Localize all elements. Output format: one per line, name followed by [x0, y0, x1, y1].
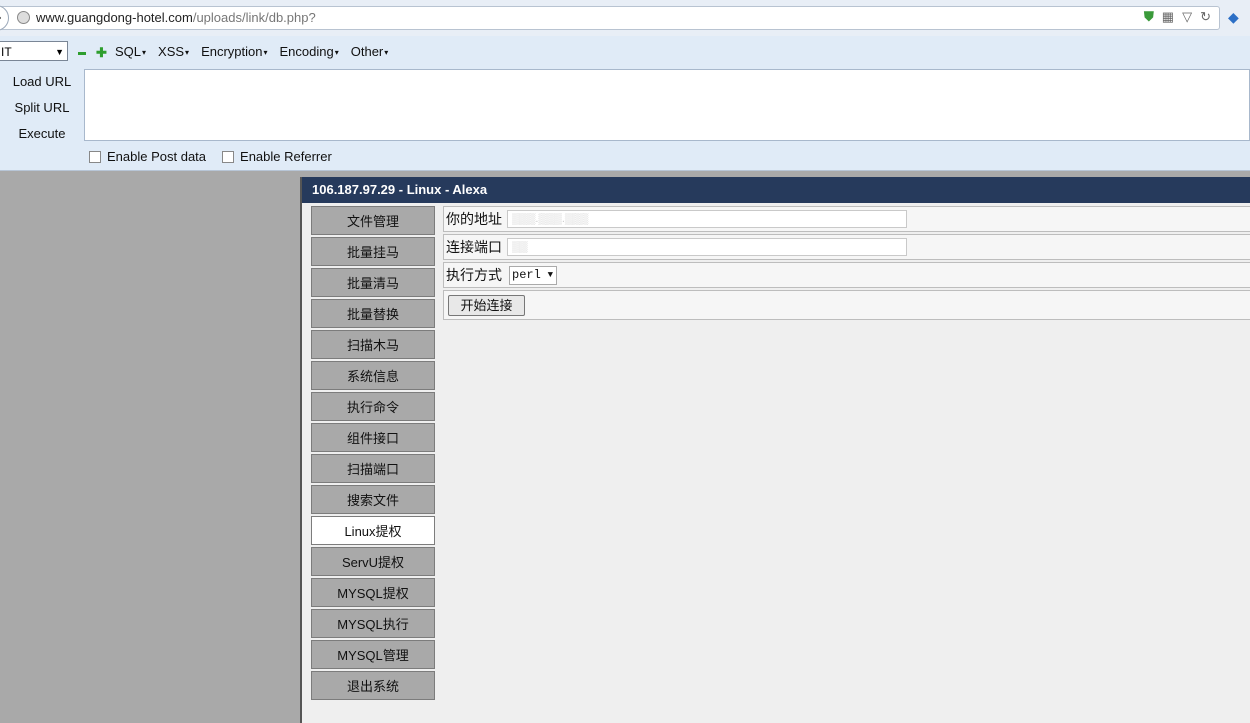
nav-batch-clean[interactable]: 批量清马 — [311, 268, 435, 297]
minus-icon[interactable] — [78, 51, 86, 55]
back-arrow-icon[interactable]: ➜ — [0, 5, 9, 31]
nav-exec-command[interactable]: 执行命令 — [311, 392, 435, 421]
dropdown-icon[interactable]: ▽ — [1182, 9, 1192, 25]
port-row: 连接端口 ▒▒ — [443, 234, 1250, 260]
browser-url-bar: ➜ www.guangdong-hotel.com/uploads/link/d… — [0, 0, 1250, 36]
url-path: /uploads/link/db.php? — [192, 10, 316, 25]
hackbar-select-value: IT — [1, 45, 12, 59]
nav-component-interface[interactable]: 组件接口 — [311, 423, 435, 452]
hackbar-commands: Load URL Split URL Execute — [0, 70, 84, 148]
menu-sql[interactable]: SQL — [115, 44, 146, 59]
hackbar-select[interactable]: IT ▼ — [0, 41, 68, 61]
address-bar[interactable]: ➜ www.guangdong-hotel.com/uploads/link/d… — [0, 5, 1220, 31]
menu-xss[interactable]: XSS — [158, 44, 189, 59]
qr-icon[interactable]: ▦ — [1162, 9, 1174, 25]
enable-referrer-checkbox[interactable]: Enable Referrer — [222, 149, 332, 164]
zoom-controls: ✚ — [78, 46, 107, 59]
menu-encoding[interactable]: Encoding — [280, 44, 339, 59]
address-label: 你的地址 — [446, 211, 502, 227]
nav-mysql-exec[interactable]: MYSQL执行 — [311, 609, 435, 638]
address-input[interactable]: ▒▒▒.▒▒▒.▒▒▒ — [507, 210, 907, 228]
url-textarea[interactable] — [84, 69, 1250, 141]
load-url-button[interactable]: Load URL — [0, 70, 84, 96]
method-select[interactable]: perl ▼ — [509, 266, 557, 285]
method-row: 执行方式 perl ▼ — [443, 262, 1250, 288]
enable-referrer-label: Enable Referrer — [240, 149, 332, 164]
menu-encryption[interactable]: Encryption — [201, 44, 267, 59]
nav-exit-system[interactable]: 退出系统 — [311, 671, 435, 700]
nav-mysql-privesc[interactable]: MYSQL提权 — [311, 578, 435, 607]
chevron-down-icon: ▼ — [55, 47, 64, 57]
nav-batch-inject[interactable]: 批量挂马 — [311, 237, 435, 266]
nav-system-info[interactable]: 系统信息 — [311, 361, 435, 390]
url-domain: www.guangdong-hotel.com — [36, 10, 193, 25]
chevron-down-icon: ▼ — [547, 270, 553, 280]
shield-icon[interactable]: ⛊ — [1144, 9, 1154, 25]
split-url-button[interactable]: Split URL — [0, 96, 84, 122]
page-left-area — [0, 171, 300, 723]
nav-batch-replace[interactable]: 批量替换 — [311, 299, 435, 328]
extension-icon[interactable]: ◆ — [1228, 9, 1239, 26]
method-label: 执行方式 — [446, 267, 502, 283]
start-connect-button[interactable]: 开始连接 — [448, 295, 525, 316]
url-icons: ⛊ ▦ ▽ ↻ — [1144, 9, 1211, 25]
panel-title: 106.187.97.29 - Linux - Alexa — [302, 177, 1250, 203]
webshell-nav: 文件管理 批量挂马 批量清马 批量替换 扫描木马 系统信息 执行命令 组件接口 … — [311, 206, 435, 702]
address-row: 你的地址 ▒▒▒.▒▒▒.▒▒▒ — [443, 206, 1250, 232]
nav-file-manage[interactable]: 文件管理 — [311, 206, 435, 235]
enable-post-label: Enable Post data — [107, 149, 207, 164]
checkbox-icon[interactable] — [89, 150, 101, 163]
enable-post-checkbox[interactable]: Enable Post data — [89, 149, 206, 164]
nav-linux-privesc[interactable]: Linux提权 — [311, 516, 435, 545]
reload-icon[interactable]: ↻ — [1200, 9, 1211, 25]
nav-scan-port[interactable]: 扫描端口 — [311, 454, 435, 483]
menu-other[interactable]: Other — [351, 44, 389, 59]
nav-scan-trojan[interactable]: 扫描木马 — [311, 330, 435, 359]
plus-icon[interactable]: ✚ — [96, 46, 107, 59]
url-text[interactable]: www.guangdong-hotel.com/uploads/link/db.… — [36, 10, 316, 25]
port-label: 连接端口 — [446, 239, 502, 255]
nav-mysql-manage[interactable]: MYSQL管理 — [311, 640, 435, 669]
nav-servu-privesc[interactable]: ServU提权 — [311, 547, 435, 576]
execute-button[interactable]: Execute — [0, 122, 84, 148]
checkbox-icon[interactable] — [222, 150, 235, 163]
hackbar-menus: SQL XSS Encryption Encoding Other — [115, 44, 388, 59]
method-select-value: perl — [512, 268, 541, 282]
nav-search-file[interactable]: 搜索文件 — [311, 485, 435, 514]
hackbar-options: Enable Post data Enable Referrer — [89, 149, 332, 164]
globe-icon — [17, 11, 30, 24]
port-input[interactable]: ▒▒ — [507, 238, 907, 256]
hackbar-toolbar: IT ▼ ✚ SQL XSS Encryption Encoding Other… — [0, 36, 1250, 171]
action-row: 开始连接 — [443, 290, 1250, 320]
